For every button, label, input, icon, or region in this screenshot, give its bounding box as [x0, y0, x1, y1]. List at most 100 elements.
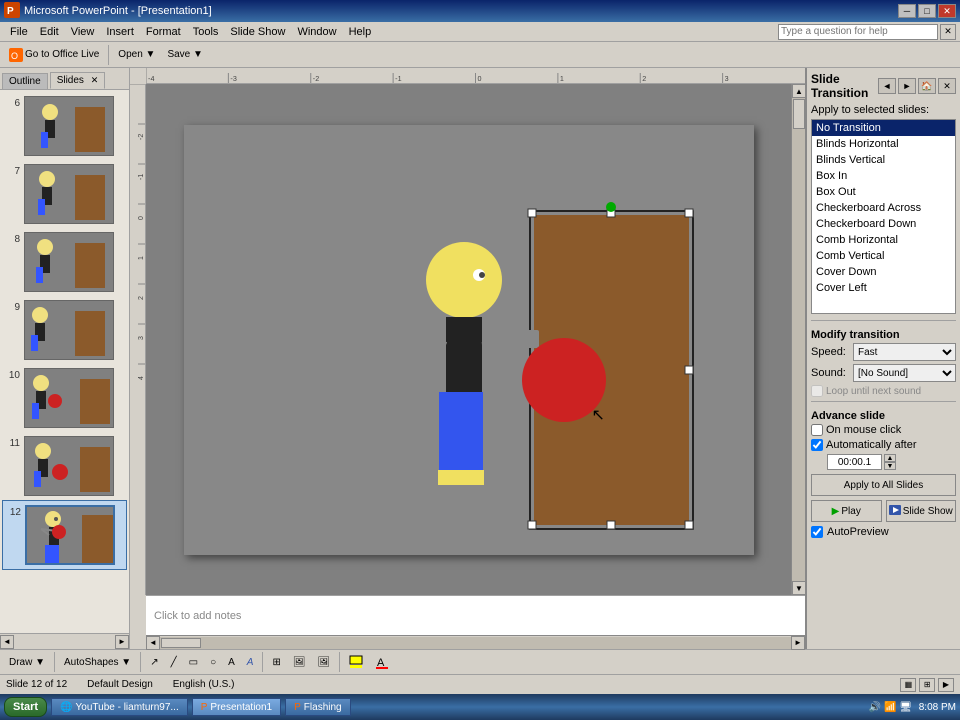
font-color-button[interactable]: A: [370, 651, 394, 673]
auto-after-label: Automatically after: [826, 439, 916, 451]
time-up-button[interactable]: ▲: [884, 454, 896, 462]
slide-thumb-10[interactable]: 10: [2, 364, 127, 432]
line-tool[interactable]: ╱: [166, 651, 182, 673]
open-button[interactable]: Open ▼: [113, 44, 160, 66]
transition-checkerboard-across[interactable]: Checkerboard Across: [812, 200, 955, 216]
draw-sep: [54, 652, 55, 672]
textbox-tool[interactable]: A: [223, 651, 240, 673]
slide-thumb-8[interactable]: 8: [2, 228, 127, 296]
wordart-tool[interactable]: A: [242, 651, 259, 673]
loop-checkbox[interactable]: [811, 385, 823, 397]
transition-blinds-v[interactable]: Blinds Vertical: [812, 152, 955, 168]
time-row: ▲ ▼: [827, 454, 956, 470]
menu-file[interactable]: File: [4, 24, 34, 40]
maximize-button[interactable]: □: [918, 4, 936, 18]
draw-sep3: [262, 652, 263, 672]
menu-format[interactable]: Format: [140, 24, 187, 40]
app-icon: P: [4, 2, 20, 21]
autoshapes-button[interactable]: AutoShapes ▼: [59, 651, 136, 673]
help-search-close[interactable]: ✕: [940, 24, 956, 40]
mouse-click-checkbox[interactable]: [811, 424, 823, 436]
slideshow-button[interactable]: Slide Show: [886, 500, 957, 522]
close-button[interactable]: ✕: [938, 4, 956, 18]
auto-after-checkbox[interactable]: [811, 439, 823, 451]
transition-comb-v[interactable]: Comb Vertical: [812, 248, 955, 264]
panel-scroll-controls: ◄ ►: [0, 633, 129, 649]
rect-tool[interactable]: ▭: [184, 651, 203, 673]
sound-select[interactable]: [No Sound]: [853, 364, 956, 382]
menu-window[interactable]: Window: [291, 24, 342, 40]
view-icons: ▦ ⊞ ▶: [900, 678, 954, 692]
h-scroll-thumb[interactable]: [161, 638, 201, 648]
auto-time-input[interactable]: [827, 454, 882, 470]
menu-slideshow[interactable]: Slide Show: [224, 24, 291, 40]
slideshow-icon: [889, 505, 901, 518]
scroll-right-button[interactable]: ►: [115, 635, 129, 649]
arrow-tool[interactable]: ↗: [145, 651, 163, 673]
transition-cover-left[interactable]: Cover Left: [812, 280, 955, 296]
apply-all-button[interactable]: Apply to All Slides: [811, 474, 956, 496]
insert-diagram-button[interactable]: ⊞: [267, 651, 285, 673]
transition-box-out[interactable]: Box Out: [812, 184, 955, 200]
tab-slides[interactable]: Slides ✕: [50, 72, 106, 89]
panel-home-button[interactable]: 🏠: [918, 78, 936, 94]
close-tab-icon[interactable]: ✕: [91, 75, 99, 85]
panel-forward-button[interactable]: ►: [898, 78, 916, 94]
fill-color-button[interactable]: [344, 651, 368, 673]
help-search-input[interactable]: [778, 24, 938, 40]
taskbar-item-flashing[interactable]: P Flashing: [285, 698, 350, 716]
svg-text:-2: -2: [313, 75, 319, 83]
slide-thumb-11[interactable]: 11: [2, 432, 127, 500]
tab-outline[interactable]: Outline: [2, 73, 48, 89]
ellipse-tool[interactable]: ○: [205, 651, 221, 673]
transition-box-in[interactable]: Box In: [812, 168, 955, 184]
normal-view-button[interactable]: ▦: [900, 678, 916, 692]
scroll-thumb-v[interactable]: [793, 99, 805, 129]
insert-clipart-button[interactable]: 🖼: [288, 651, 311, 673]
panel-back-button[interactable]: ◄: [878, 78, 896, 94]
go-to-office-live-button[interactable]: O Go to Office Live: [4, 44, 104, 66]
scroll-left-button[interactable]: ◄: [0, 635, 14, 649]
save-button[interactable]: Save ▼: [162, 44, 207, 66]
autopreview-checkbox[interactable]: [811, 526, 823, 538]
slide-thumb-7[interactable]: 7: [2, 160, 127, 228]
panel-header-buttons: ◄ ► 🏠 ✕: [878, 78, 956, 94]
taskbar-item-presentation[interactable]: P Presentation1: [192, 698, 281, 716]
slide-thumb-6[interactable]: 6: [2, 92, 127, 160]
slide-thumb-9[interactable]: 9: [2, 296, 127, 364]
taskbar-item-youtube[interactable]: 🌐 YouTube - liamturn97...: [51, 698, 188, 716]
notes-area[interactable]: Click to add notes: [146, 595, 805, 635]
transition-blinds-h[interactable]: Blinds Horizontal: [812, 136, 955, 152]
time-down-button[interactable]: ▼: [884, 462, 896, 470]
scroll-up-button[interactable]: ▲: [792, 84, 806, 98]
menu-tools[interactable]: Tools: [187, 24, 225, 40]
ppt-slide: ↖: [184, 125, 754, 555]
main-toolbar: O Go to Office Live Open ▼ Save ▼: [0, 42, 960, 68]
start-button[interactable]: Start: [4, 697, 47, 717]
slide-canvas: ↖: [146, 84, 791, 595]
scroll-down-button[interactable]: ▼: [792, 581, 806, 595]
transition-comb-h[interactable]: Comb Horizontal: [812, 232, 955, 248]
autopreview-row: AutoPreview: [811, 526, 956, 538]
menu-help[interactable]: Help: [343, 24, 378, 40]
slide-thumb-12[interactable]: 12: [2, 500, 127, 570]
panel-tabs: Outline Slides ✕: [0, 68, 129, 90]
transition-no-transition[interactable]: No Transition: [812, 120, 955, 136]
speed-select[interactable]: Fast Medium Slow: [853, 343, 956, 361]
menu-view[interactable]: View: [65, 24, 101, 40]
minimize-button[interactable]: ─: [898, 4, 916, 18]
menu-insert[interactable]: Insert: [100, 24, 140, 40]
draw-button[interactable]: Draw ▼: [4, 651, 50, 673]
panel-close-button[interactable]: ✕: [938, 78, 956, 94]
transition-cover-down[interactable]: Cover Down: [812, 264, 955, 280]
scroll-right-canvas-button[interactable]: ►: [791, 636, 805, 650]
ppt-icon: P: [201, 702, 208, 713]
transition-checkerboard-down[interactable]: Checkerboard Down: [812, 216, 955, 232]
slidesorter-view-button[interactable]: ⊞: [919, 678, 935, 692]
slideshow-view-button[interactable]: ▶: [938, 678, 954, 692]
menu-edit[interactable]: Edit: [34, 24, 65, 40]
play-button[interactable]: ▶ Play: [811, 500, 882, 522]
svg-text:3: 3: [138, 336, 145, 340]
insert-picture-button[interactable]: 🖼: [313, 651, 336, 673]
scroll-left-canvas-button[interactable]: ◄: [146, 636, 160, 650]
